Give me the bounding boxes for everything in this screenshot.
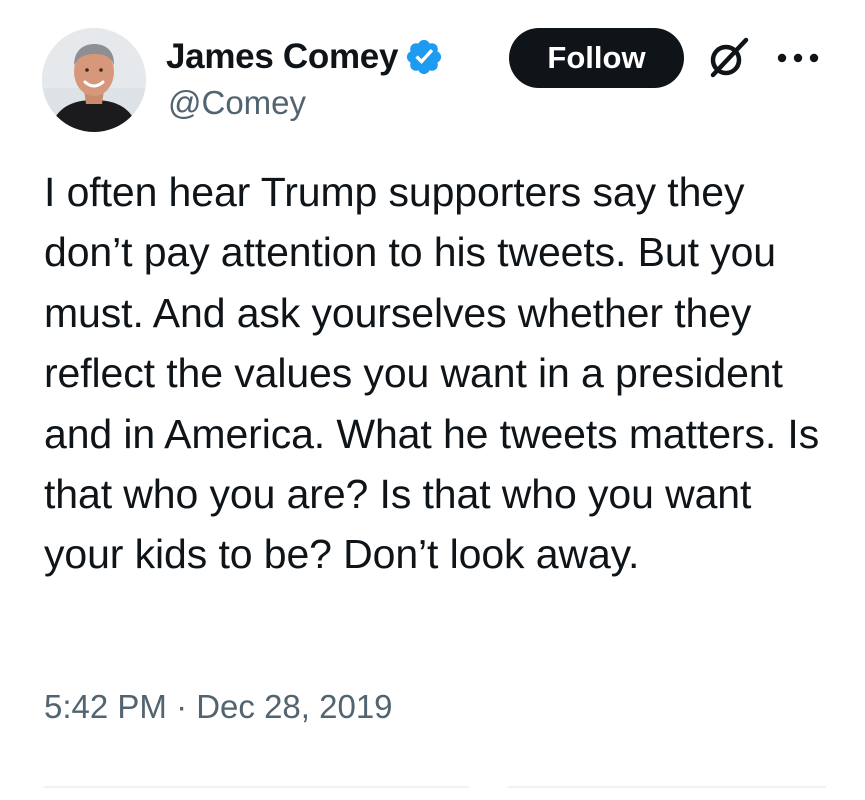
tweet: James Comey @Comey Follow I often hear T… <box>0 0 865 800</box>
verified-badge-icon[interactable] <box>404 37 444 77</box>
follow-button[interactable]: Follow <box>509 28 684 88</box>
more-options-icon[interactable] <box>770 38 826 78</box>
avatar-photo <box>42 28 146 132</box>
grok-icon[interactable] <box>700 30 756 86</box>
tweet-timestamp[interactable]: 5:42 PM · Dec 28, 2019 <box>44 688 393 726</box>
divider <box>44 786 469 788</box>
author-display-name[interactable]: James Comey <box>166 37 398 77</box>
divider <box>508 786 826 788</box>
tweet-text: I often hear Trump supporters say they d… <box>44 169 820 578</box>
author-name-row[interactable]: James Comey <box>166 34 444 80</box>
author-handle[interactable]: @Comey <box>168 84 306 122</box>
avatar[interactable] <box>42 28 146 132</box>
